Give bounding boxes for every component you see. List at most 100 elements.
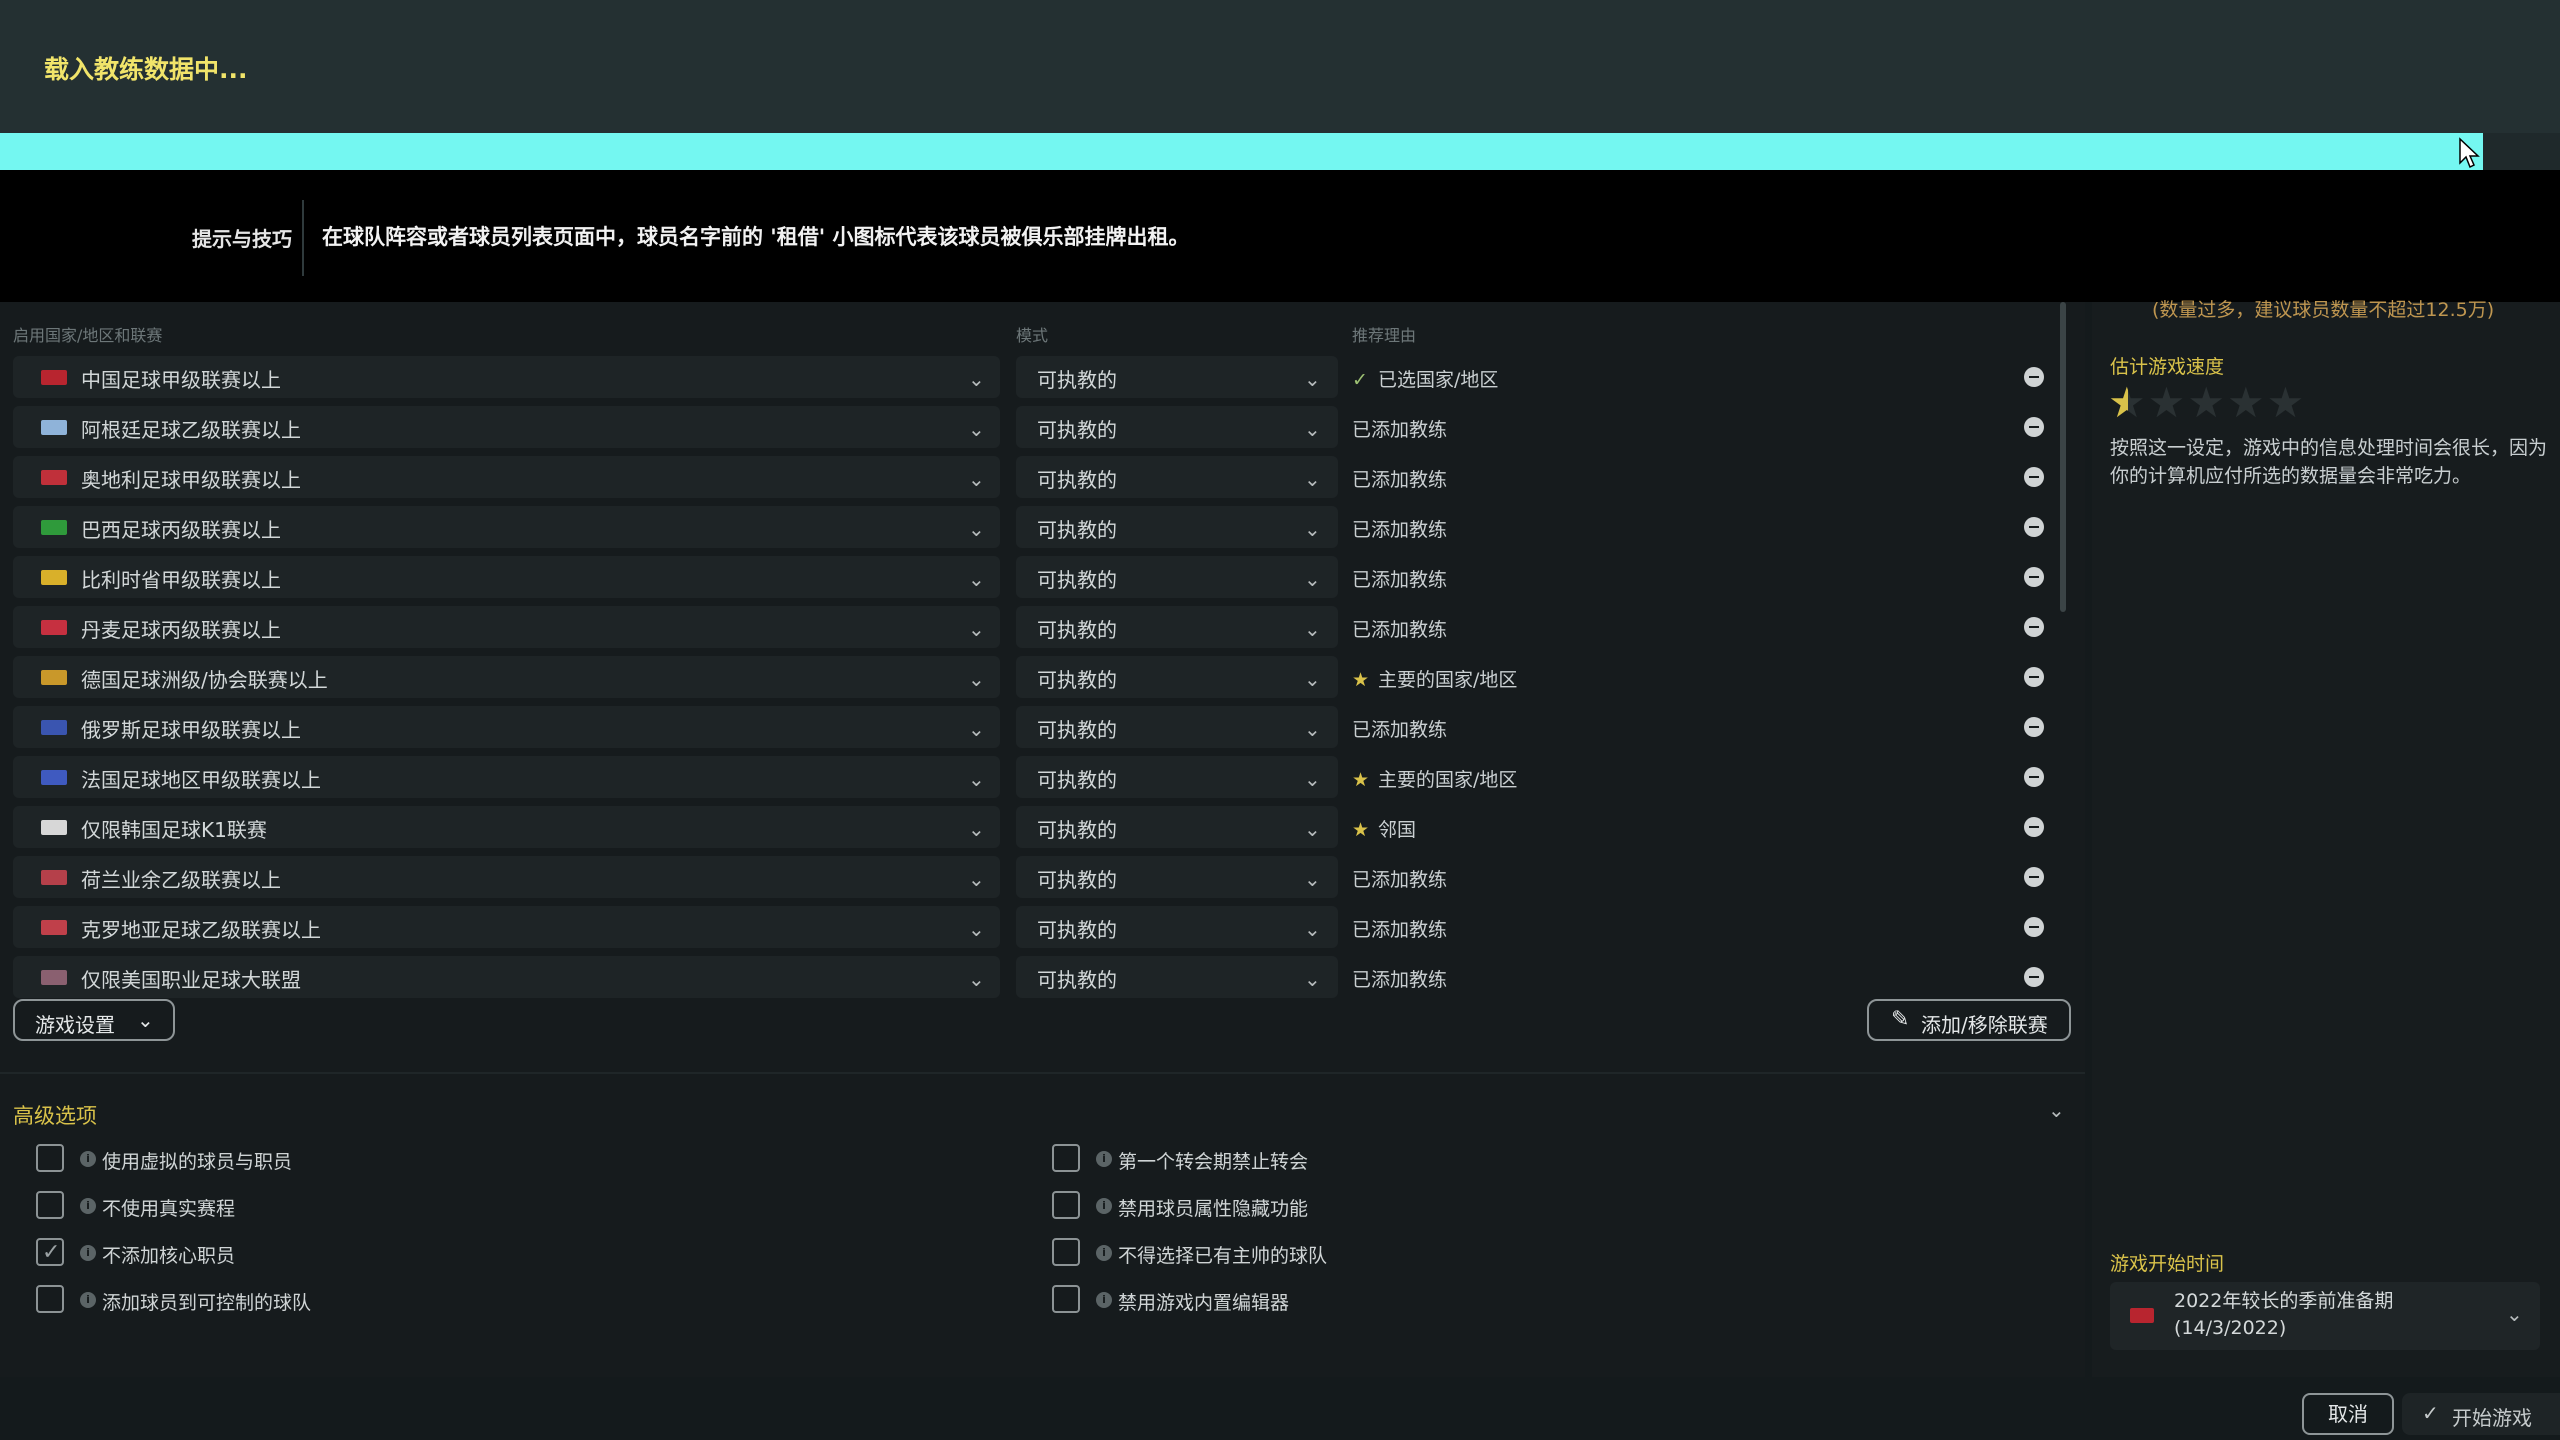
league-select[interactable]: 阿根廷足球乙级联赛以上 ⌄ (13, 406, 1000, 448)
info-icon[interactable]: i (80, 1292, 96, 1308)
info-icon[interactable]: i (80, 1245, 96, 1261)
mode-value: 可执教的 (1037, 868, 1117, 892)
table-row: 德国足球洲级/协会联赛以上 ⌄ 可执教的 ⌄ ★ 主要的国家/地区 (0, 652, 2085, 702)
chevron-down-icon: ⌄ (968, 817, 985, 841)
mode-select[interactable]: 可执教的 ⌄ (1016, 906, 1338, 948)
recommend-reason: 已添加教练 (1352, 965, 1447, 992)
game-settings-button[interactable]: 游戏设置 ⌄ (13, 999, 175, 1041)
start-game-button[interactable]: ✓ 开始游戏 (2402, 1393, 2560, 1435)
info-icon[interactable]: i (1096, 1245, 1112, 1261)
league-select[interactable]: 比利时省甲级联赛以上 ⌄ (13, 556, 1000, 598)
chevron-down-icon: ⌄ (968, 417, 985, 441)
league-select[interactable]: 德国足球洲级/协会联赛以上 ⌄ (13, 656, 1000, 698)
mode-select[interactable]: 可执教的 ⌄ (1016, 956, 1338, 998)
league-select[interactable]: 仅限韩国足球K1联赛 ⌄ (13, 806, 1000, 848)
league-select[interactable]: 法国足球地区甲级联赛以上 ⌄ (13, 756, 1000, 798)
chevron-down-icon: ⌄ (968, 467, 985, 491)
info-icon[interactable]: i (80, 1151, 96, 1167)
minus-circle-icon[interactable] (2024, 367, 2044, 387)
league-select[interactable]: 丹麦足球丙级联赛以上 ⌄ (13, 606, 1000, 648)
cancel-button[interactable]: 取消 (2302, 1393, 2394, 1435)
table-row: 中国足球甲级联赛以上 ⌄ 可执教的 ⌄ ✓ 已选国家/地区 (0, 352, 2085, 402)
table-row: 仅限美国职业足球大联盟 ⌄ 可执教的 ⌄ 已添加教练 (0, 952, 2085, 1002)
minus-circle-icon[interactable] (2024, 967, 2044, 987)
player-count-warning: (数量过多，建议球员数量不超过12.5万) (2152, 299, 2495, 321)
checkbox[interactable] (1052, 1191, 1080, 1219)
table-row: 俄罗斯足球甲级联赛以上 ⌄ 可执教的 ⌄ 已添加教练 (0, 702, 2085, 752)
add-remove-league-button[interactable]: ✎ 添加/移除联赛 (1867, 999, 2071, 1041)
recommend-reason: 已添加教练 (1352, 915, 1447, 942)
info-icon[interactable]: i (1096, 1151, 1112, 1167)
minus-circle-icon[interactable] (2024, 717, 2044, 737)
checkbox[interactable] (1052, 1144, 1080, 1172)
country-flag-icon (41, 370, 67, 385)
league-select[interactable]: 奥地利足球甲级联赛以上 ⌄ (13, 456, 1000, 498)
info-icon[interactable]: i (1096, 1198, 1112, 1214)
mode-select[interactable]: 可执教的 ⌄ (1016, 456, 1338, 498)
info-icon[interactable]: i (1096, 1292, 1112, 1308)
reason-text: 已添加教练 (1352, 569, 1448, 591)
minus-circle-icon[interactable] (2024, 567, 2044, 587)
league-select[interactable]: 中国足球甲级联赛以上 ⌄ (13, 356, 1000, 398)
minus-circle-icon[interactable] (2024, 617, 2044, 637)
recommend-reason: 已添加教练 (1352, 465, 1447, 492)
speed-description: 按照这一设定，游戏中的信息处理时间会很长，因为你的计算机应付所选的数据量会非常吃… (2110, 437, 2548, 487)
country-flag-icon (41, 670, 67, 685)
league-select[interactable]: 克罗地亚足球乙级联赛以上 ⌄ (13, 906, 1000, 948)
mode-select[interactable]: 可执教的 ⌄ (1016, 806, 1338, 848)
mode-select[interactable]: 可执教的 ⌄ (1016, 556, 1338, 598)
china-flag-icon (2130, 1308, 2154, 1323)
minus-circle-icon[interactable] (2024, 417, 2044, 437)
mode-select[interactable]: 可执教的 ⌄ (1016, 856, 1338, 898)
league-select[interactable]: 荷兰业余乙级联赛以上 ⌄ (13, 856, 1000, 898)
checkbox[interactable]: ✓ (36, 1238, 64, 1266)
info-icon[interactable]: i (80, 1198, 96, 1214)
loading-progress-bar (0, 133, 2560, 170)
mode-select[interactable]: 可执教的 ⌄ (1016, 356, 1338, 398)
speed-rating: ★★★★★ (2108, 378, 2306, 427)
reason-text: 已添加教练 (1352, 919, 1448, 941)
start-date-select[interactable]: 2022年较长的季前准备期 (14/3/2022) ⌄ (2110, 1282, 2540, 1350)
league-select[interactable]: 俄罗斯足球甲级联赛以上 ⌄ (13, 706, 1000, 748)
mode-select[interactable]: 可执教的 ⌄ (1016, 706, 1338, 748)
recommend-reason: 已添加教练 (1352, 715, 1447, 742)
league-select[interactable]: 巴西足球丙级联赛以上 ⌄ (13, 506, 1000, 548)
mode-select[interactable]: 可执教的 ⌄ (1016, 506, 1338, 548)
checkbox[interactable] (36, 1285, 64, 1313)
league-name: 中国足球甲级联赛以上 (81, 368, 281, 392)
league-list-scrollbar[interactable] (2060, 302, 2066, 612)
pencil-icon: ✎ (1891, 1007, 1910, 1032)
mode-select[interactable]: 可执教的 ⌄ (1016, 406, 1338, 448)
minus-circle-icon[interactable] (2024, 817, 2044, 837)
checkbox[interactable] (36, 1191, 64, 1219)
mode-select[interactable]: 可执教的 ⌄ (1016, 606, 1338, 648)
mode-select[interactable]: 可执教的 ⌄ (1016, 756, 1338, 798)
league-name: 仅限韩国足球K1联赛 (81, 818, 267, 842)
reason-text: 已添加教练 (1352, 719, 1448, 741)
chevron-down-icon: ⌄ (968, 617, 985, 641)
mode-select[interactable]: 可执教的 ⌄ (1016, 656, 1338, 698)
minus-circle-icon[interactable] (2024, 467, 2044, 487)
header-mode: 模式 (1016, 326, 1049, 345)
minus-circle-icon[interactable] (2024, 867, 2044, 887)
advanced-collapse-chevron-icon[interactable]: ⌄ (2048, 1098, 2065, 1122)
star-icon: ★ (1352, 819, 1370, 841)
country-flag-icon (41, 870, 67, 885)
league-name: 德国足球洲级/协会联赛以上 (81, 668, 328, 692)
tips-label: 提示与技巧 (192, 227, 292, 251)
minus-circle-icon[interactable] (2024, 917, 2044, 937)
recommend-reason: 已添加教练 (1352, 615, 1447, 642)
minus-circle-icon[interactable] (2024, 667, 2044, 687)
league-select[interactable]: 仅限美国职业足球大联盟 ⌄ (13, 956, 1000, 998)
checkbox[interactable] (36, 1144, 64, 1172)
minus-circle-icon[interactable] (2024, 767, 2044, 787)
country-flag-icon (41, 970, 67, 985)
advanced-divider (0, 1072, 2085, 1074)
recommend-reason: 已添加教练 (1352, 565, 1447, 592)
minus-circle-icon[interactable] (2024, 517, 2044, 537)
recommend-reason: ✓ 已选国家/地区 (1352, 365, 1498, 392)
loading-title: 载入教练数据中... (44, 55, 248, 84)
checkbox[interactable] (1052, 1285, 1080, 1313)
check-icon: ✓ (42, 1240, 61, 1265)
checkbox[interactable] (1052, 1238, 1080, 1266)
